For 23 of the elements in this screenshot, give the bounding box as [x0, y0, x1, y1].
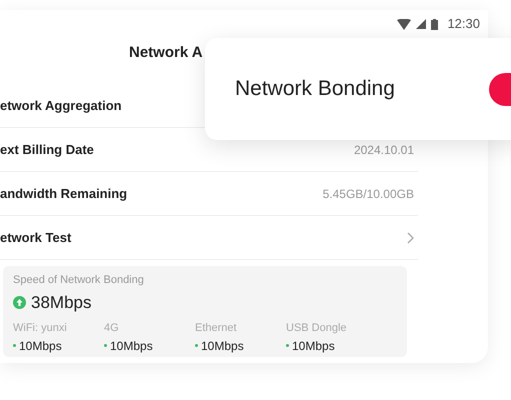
- row-label: ext Billing Date: [0, 140, 94, 159]
- link-name: USB Dongle: [286, 321, 348, 336]
- link-speed: 10Mbps: [292, 338, 335, 354]
- row-label: etwork Aggregation: [0, 96, 122, 115]
- battery-icon: [431, 18, 438, 30]
- row-label: etwork Test: [0, 228, 72, 247]
- link-name: 4G: [104, 321, 120, 336]
- link-name: Ethernet: [195, 321, 238, 336]
- row-label: andwidth Remaining: [0, 184, 128, 203]
- row-value: 5.45GB/10.00GB: [322, 186, 414, 202]
- link-speed: 10Mbps: [19, 338, 62, 354]
- total-speed: 38Mbps: [31, 292, 92, 314]
- link-name: WiFi: yunxi: [13, 321, 68, 336]
- wifi-icon: [397, 18, 412, 30]
- link-speed: 10Mbps: [110, 338, 153, 354]
- signal-icon: [416, 19, 426, 29]
- link-speed: 10Mbps: [201, 338, 244, 354]
- status-time: 12:30: [447, 15, 480, 34]
- page-title: Network A: [129, 42, 203, 63]
- bonding-title: Network Bonding: [235, 76, 395, 102]
- speed-label: Speed of Network Bonding: [13, 273, 145, 288]
- chevron-icon[interactable]: [407, 232, 414, 244]
- row-value: 2024.10.01: [354, 142, 414, 158]
